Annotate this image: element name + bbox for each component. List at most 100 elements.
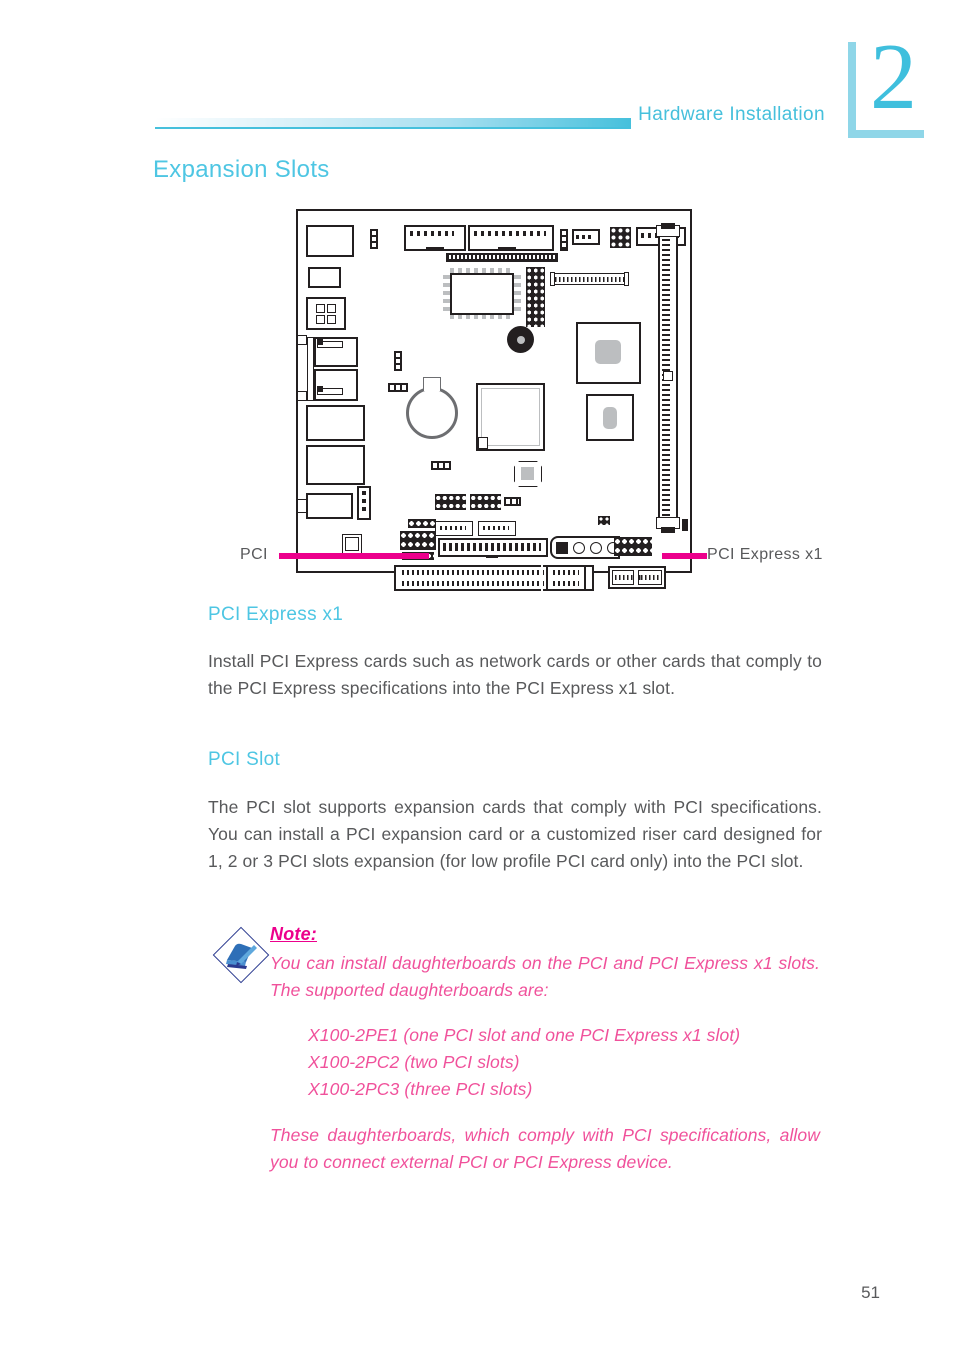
jumper-3pin-top-dots — [372, 231, 376, 247]
coin-battery — [406, 387, 458, 439]
vga-port-key — [317, 339, 323, 345]
audio-jack-circle-1 — [573, 542, 585, 554]
cpu-socket-lever — [478, 437, 488, 449]
note-body-text: You can install daughterboards on the PC… — [270, 953, 820, 1000]
lvds-connector-key-left — [550, 272, 555, 286]
floppy-connector-pins — [410, 231, 454, 236]
serial-port-key — [317, 386, 323, 392]
fan-connector-cpu-pins — [576, 235, 592, 239]
front-panel-wide-connector-pins — [443, 543, 541, 551]
pci-leader-line — [279, 553, 429, 559]
jumper-top-2-dots — [562, 231, 566, 249]
pci-slot-divider — [541, 565, 543, 591]
motherboard-figure: PCI PCI Express x1 — [233, 205, 833, 591]
running-head-title: Hardware Installation — [638, 104, 825, 125]
pcie-x1-slot-seg-2 — [638, 570, 662, 585]
lvds-connector — [552, 273, 626, 285]
header-block-2x10 — [526, 267, 545, 327]
ps2-port-outer — [297, 499, 307, 513]
front-panel-wide-connector-key — [486, 555, 498, 558]
usb-pin-header-2 — [470, 494, 501, 510]
usb-port-stack-1 — [306, 405, 365, 441]
motherboard-outline — [296, 209, 692, 591]
pci-slot-short-teeth-top — [553, 570, 579, 575]
audio-jack-pin-1 — [362, 491, 366, 495]
serial-port — [314, 369, 358, 401]
running-head-underline — [155, 127, 631, 129]
ide-connector-pins — [474, 231, 546, 236]
audio-jack-pin-2 — [362, 499, 366, 503]
pci-slot-short-teeth-bottom — [553, 581, 579, 586]
running-head-gradient-rule — [155, 118, 631, 127]
pci-slot-short-segment — [546, 565, 586, 591]
header-block-right-bottom — [614, 537, 652, 556]
running-head: Hardware Installation — [155, 104, 825, 138]
chapter-marker-vertical-bar — [848, 42, 856, 138]
pcie-callout-label: PCI Express x1 — [707, 546, 823, 563]
floppy-connector-key — [426, 247, 444, 251]
header-block-top — [610, 227, 631, 248]
page-number: 51 — [861, 1283, 880, 1302]
heading-pci-express-x1: PCI Express x1 — [208, 604, 344, 625]
usb-pin-header-1 — [435, 494, 466, 510]
sata-connector-2-pins — [483, 526, 509, 530]
audio-jack-pin-3 — [362, 507, 366, 511]
dimm-side-marker — [682, 519, 688, 531]
qfp-chip-legs-right — [514, 275, 521, 312]
sata-connector-1-pins — [440, 526, 466, 530]
qfp-chip-legs-left — [443, 275, 450, 312]
io-shield-tab-bottom — [297, 391, 307, 401]
dimm-latch-bottom-clip — [661, 527, 675, 533]
note-item-1: X100-2PC2 (two PCI slots) — [308, 1052, 520, 1072]
note-icon-notepad-glyph — [226, 943, 257, 969]
jumper-3pin-horizontal-3-dots — [506, 499, 519, 504]
front-panel-header-small — [408, 519, 436, 528]
io-port-block-2 — [308, 267, 341, 288]
io-port-lan-block — [306, 225, 354, 257]
atx-power-24pin-pins — [449, 255, 555, 259]
dimm-key-notch — [663, 371, 673, 381]
heading-pci-slot: PCI Slot — [208, 749, 281, 770]
southbridge-chip-core — [603, 407, 617, 429]
io-bracket-rail — [307, 337, 314, 401]
atx-12v-pin-4 — [327, 315, 336, 324]
jumper-3pin-horizontal-1-dots — [390, 385, 406, 390]
note-footer-text: These daughterboards, which comply with … — [270, 1125, 820, 1172]
io-shield-tab-top — [297, 335, 307, 345]
cpu-socket-inner — [481, 388, 540, 446]
atx-12v-pin-1 — [316, 304, 325, 313]
paragraph-pci-express-x1: Install PCI Express cards such as networ… — [208, 651, 822, 698]
audio-jack-square — [556, 542, 568, 554]
usb-port-stack-2 — [306, 445, 365, 485]
atx-12v-pin-3 — [316, 315, 325, 324]
atx-12v-connector — [306, 297, 346, 330]
ps2-port — [306, 493, 353, 519]
page-title: Expansion Slots — [153, 156, 330, 183]
chapter-marker-horizontal-bar — [848, 130, 924, 138]
dimm-latch-top-clip — [661, 223, 675, 229]
chapter-number: 2 — [870, 25, 917, 129]
front-panel-header-block — [400, 531, 436, 550]
ide-connector-key — [498, 247, 516, 251]
coin-battery-tab — [423, 377, 441, 391]
jumper-mid-left-dots — [396, 353, 400, 369]
pcie-x1-slot-seg-1 — [612, 570, 634, 585]
buzzer-center — [517, 336, 525, 344]
power-led-header — [598, 516, 610, 525]
northbridge-chip-core — [595, 340, 621, 364]
bios-chip-core — [521, 467, 534, 480]
small-ic-bottom-left-core — [345, 537, 359, 551]
paragraph-pci-slot: The PCI slot supports expansion cards th… — [208, 797, 822, 871]
atx-12v-pin-2 — [327, 304, 336, 313]
note-icon — [212, 926, 270, 984]
jumper-3pin-horizontal-2-dots — [433, 463, 449, 468]
qfp-chip-body — [450, 273, 514, 315]
lvds-connector-key-right — [624, 272, 629, 286]
chapter-marker: 2 — [848, 30, 954, 146]
pci-callout-label: PCI — [240, 546, 268, 563]
audio-jack-circle-2 — [590, 542, 602, 554]
note-label: Note: — [270, 924, 317, 944]
note-item-2: X100-2PC3 (three PCI slots) — [308, 1079, 533, 1099]
pcie-leader-line — [662, 553, 707, 559]
note-item-0: X100-2PE1 (one PCI slot and one PCI Expr… — [308, 1025, 741, 1045]
